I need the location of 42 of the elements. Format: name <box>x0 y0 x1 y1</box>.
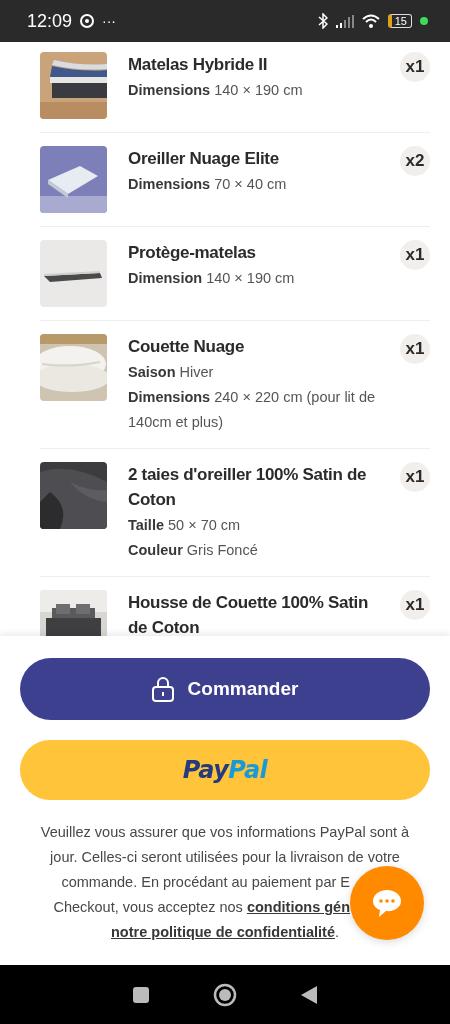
product-attribute: Dimensions 140 × 190 cm <box>128 81 304 100</box>
bluetooth-icon <box>317 13 328 29</box>
signal-icon <box>335 14 354 28</box>
quantity-badge: x1 <box>400 240 430 270</box>
product-attribute: Couleur Gris Foncé <box>128 541 259 560</box>
product-attribute: Dimensions 70 × 40 cm <box>128 175 288 194</box>
terms-link[interactable]: notre politique de confidentialité <box>111 924 335 940</box>
more-indicator: ··· <box>102 13 117 29</box>
notice-text: Checkout, vous acceptez nos conditions gén <box>53 898 350 917</box>
notification-icon <box>80 14 95 28</box>
quantity-badge: x1 <box>400 334 430 364</box>
quantity-badge: x1 <box>400 52 430 82</box>
clock: 12:09 <box>27 10 73 32</box>
notice-text: Veuillez vous assurer que vos informations PayPal sont à <box>40 823 410 842</box>
product-title: Protège-matelas <box>128 242 257 264</box>
back-icon <box>300 984 319 1005</box>
wifi-icon <box>361 14 380 28</box>
order-button[interactable]: Commander <box>20 658 430 720</box>
status-dot-icon <box>420 17 428 25</box>
quantity-badge: x1 <box>400 590 430 620</box>
product-attribute: Taille 50 × 70 cm <box>128 516 242 535</box>
product-title: Housse de Couette 100% Satin de Coton <box>128 592 370 636</box>
product-title: 2 taies d'oreiller 100% Satin de Coton <box>128 464 368 511</box>
home-icon <box>213 982 237 1007</box>
quantity-badge: x2 <box>400 146 430 176</box>
product-attribute: Dimensions 240 × 220 cm (pour lit de 140cm et plus) <box>128 388 377 432</box>
terms-link[interactable]: conditions gén <box>246 899 350 915</box>
product-attribute: Dimension 140 × 190 cm <box>128 269 296 288</box>
product-attribute: Saison Hiver <box>128 363 215 382</box>
notice-text: notre politique de confidentialité. <box>111 923 339 942</box>
product-title: Matelas Hybride II <box>128 54 269 76</box>
chat-bubble-icon <box>371 887 403 919</box>
quantity-badge: x1 <box>400 462 430 492</box>
notice-text: jour. Celles-ci seront utilisées pour la livraison de votre <box>50 848 400 867</box>
notice-text: commande. En procédant au paiement par E <box>61 873 350 892</box>
product-title: Couette Nuage <box>128 336 246 358</box>
lock-icon <box>151 676 174 702</box>
paypal-button[interactable]: PayPal <box>20 740 430 800</box>
product-title: Oreiller Nuage Elite <box>128 148 280 170</box>
battery-indicator: 15 <box>387 14 412 28</box>
recent-apps-icon <box>131 985 150 1004</box>
chat-button[interactable] <box>350 866 424 940</box>
